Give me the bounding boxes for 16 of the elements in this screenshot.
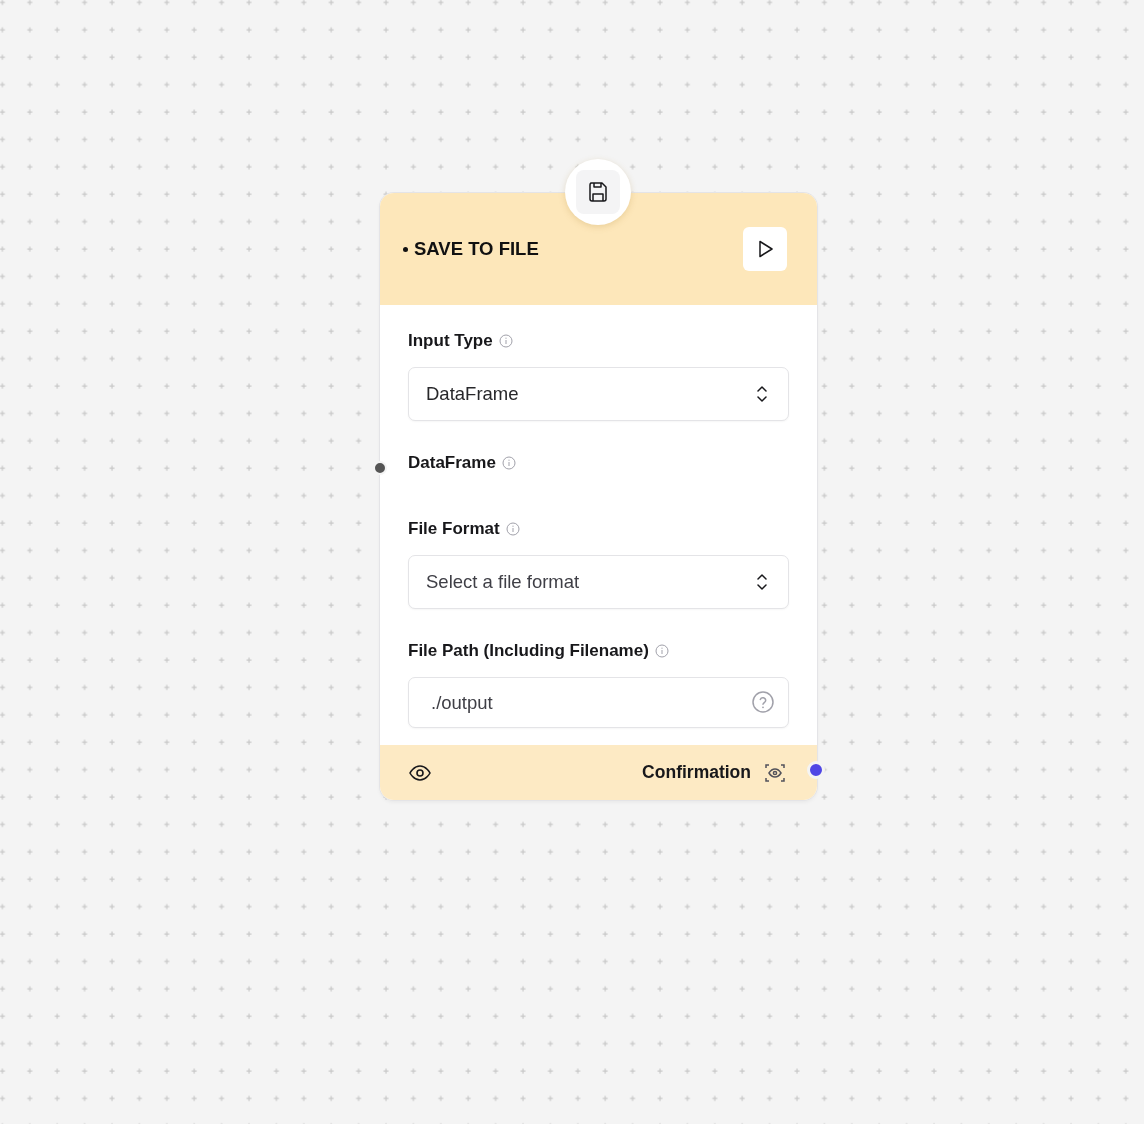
node-title: SAVE TO FILE [414,238,539,260]
bullet-icon [403,246,408,252]
field-label: Input Type [408,331,493,351]
dropdown[interactable]: DataFrame [408,367,789,421]
chevron-up-down-icon [756,573,768,591]
run-button[interactable] [743,227,787,271]
dropdown-placeholder: Select a file format [426,571,580,593]
chevron-up-down-icon [756,385,768,403]
dropdown[interactable]: Select a file format [408,555,789,609]
output-label: Confirmation [642,762,751,783]
dropdown-value: DataFrame [426,383,519,405]
field-label: File Format [408,519,500,539]
input-field[interactable]: ./output [408,677,789,728]
field-label: File Path (Including Filename) [408,641,649,661]
help-icon[interactable] [751,690,775,714]
field-label: DataFrame [408,453,496,473]
